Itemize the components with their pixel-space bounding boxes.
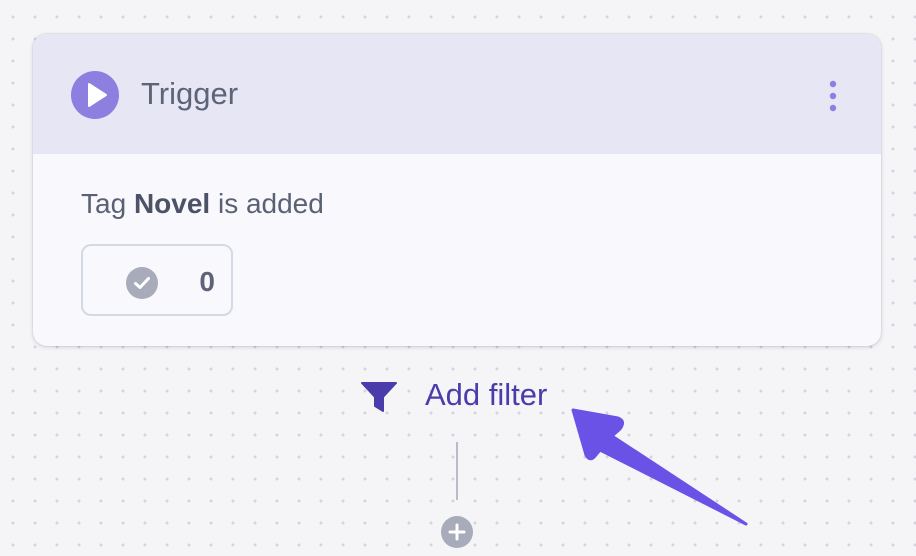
tag-name: Novel (133, 188, 211, 219)
plus-circle-icon[interactable] (441, 516, 473, 548)
completed-count: 0 (199, 266, 215, 297)
trigger-description: Tag Novel is added (81, 184, 324, 224)
description-suffix: is added (217, 188, 324, 219)
add-filter-label: Add filter (425, 377, 548, 412)
check-circle-icon (126, 267, 158, 299)
trigger-card-body: Tag Novel is added 0 (33, 154, 881, 346)
add-filter-button[interactable]: Add filter (360, 374, 570, 418)
completed-count-badge[interactable]: 0 (81, 244, 233, 316)
trigger-card-header: Trigger (33, 34, 881, 154)
more-vertical-icon[interactable] (819, 76, 847, 116)
description-prefix: Tag (81, 188, 127, 219)
funnel-icon (361, 382, 397, 412)
trigger-card: Trigger Tag Novel is added 0 (33, 34, 881, 346)
play-icon (71, 71, 119, 119)
trigger-title: Trigger (141, 76, 239, 111)
flow-connector-line (456, 442, 458, 500)
